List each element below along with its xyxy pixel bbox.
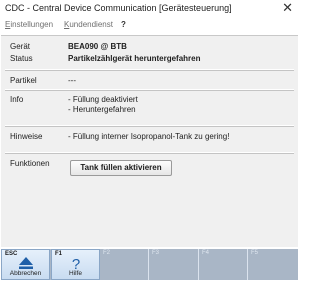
svg-text:?: ? [71, 257, 79, 271]
partikel-label: Partikel [10, 76, 37, 85]
menu-kundendienst[interactable]: Kundendienst [64, 20, 113, 29]
esc-cancel-button[interactable]: ESC Abbrechen [1, 249, 50, 280]
geraet-label: Gerät [10, 42, 31, 51]
info-label: Info [10, 95, 24, 104]
fkey-caption: Abbrechen [9, 270, 42, 277]
info-item: - Füllung deaktiviert [68, 95, 138, 104]
hinweise-value: - Füllung interner Isopropanol-Tank zu g… [68, 132, 230, 141]
menu-bar: Einstellungen Kundendienst ? [0, 20, 300, 32]
menu-einstellungen-label: instellungen [10, 20, 54, 29]
title-bar: CDC - Central Device Communication [Gerä… [0, 0, 300, 18]
function-key-bar: ESC Abbrechen F1 ? Hilfe F2 F3 F4 F5 [1, 249, 298, 280]
tank-fill-activate-button[interactable]: Tank füllen aktivieren [70, 160, 172, 176]
f4-button[interactable]: F4 [199, 249, 248, 280]
geraet-value: BEA090 @ BTB [68, 42, 127, 51]
eject-triangle-icon [2, 257, 49, 270]
menu-help-label: ? [121, 20, 126, 29]
partikel-value: --- [68, 76, 76, 85]
menu-einstellungen[interactable]: Einstellungen [5, 20, 53, 29]
fkey-caption: Hilfe [68, 270, 82, 277]
f5-button[interactable]: F5 [248, 249, 298, 280]
divider [5, 89, 294, 91]
close-icon[interactable]: ✕ [282, 1, 293, 15]
divider [5, 69, 294, 71]
funktionen-label: Funktionen [10, 159, 50, 168]
f1-help-button[interactable]: F1 ? Hilfe [51, 249, 100, 280]
status-label: Status [10, 54, 33, 63]
menu-help[interactable]: ? [121, 20, 126, 29]
fkey-label: F3 [152, 250, 160, 256]
fkey-label: F5 [251, 250, 259, 256]
status-value: Partikelzählgerät heruntergefahren [68, 54, 201, 63]
f3-button[interactable]: F3 [149, 249, 199, 280]
info-item: - Heruntergefahren [68, 105, 136, 114]
divider [5, 152, 294, 154]
device-panel: Gerät BEA090 @ BTB Status Partikelzählge… [1, 35, 298, 247]
question-mark-icon: ? [52, 257, 99, 271]
window-title: CDC - Central Device Communication [Gerä… [5, 3, 232, 13]
cdc-window: CDC - Central Device Communication [Gerä… [0, 0, 300, 281]
fkey-label: F2 [103, 250, 111, 256]
fkey-label: F4 [202, 250, 210, 256]
f2-button[interactable]: F2 [100, 249, 149, 280]
menu-kundendienst-label: undendienst [69, 20, 113, 29]
hinweise-label: Hinweise [10, 132, 43, 141]
divider [5, 125, 294, 127]
